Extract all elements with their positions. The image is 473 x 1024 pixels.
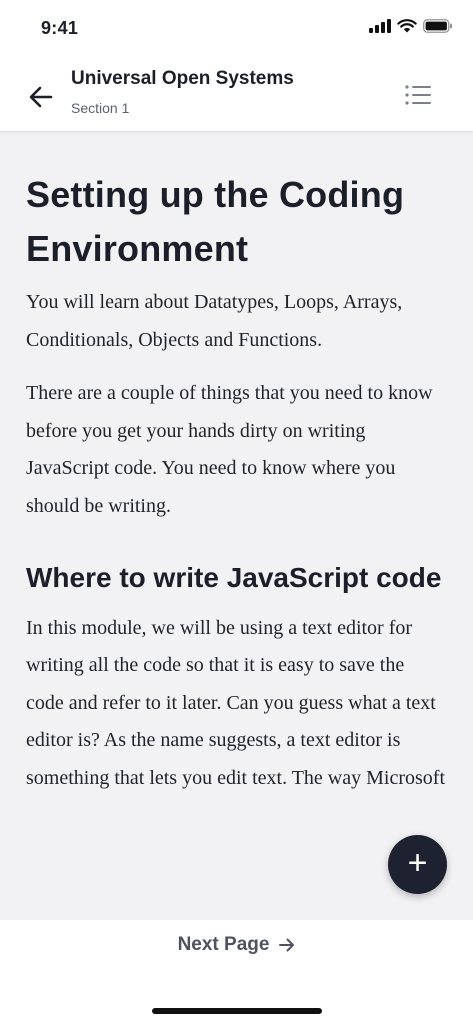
home-indicator[interactable] <box>152 1008 322 1014</box>
arrow-right-icon <box>279 938 295 952</box>
list-icon <box>405 85 431 105</box>
next-page-button[interactable]: Next Page <box>0 934 473 956</box>
course-title: Universal Open Systems <box>71 68 294 89</box>
article-content[interactable]: Setting up the Coding Environment You wi… <box>26 132 446 920</box>
header-title-block: Universal Open Systems Section 1 <box>71 68 294 116</box>
signal-icon <box>369 19 391 33</box>
arrow-left-icon <box>29 86 53 108</box>
status-icons <box>369 19 453 33</box>
back-button[interactable] <box>24 80 58 114</box>
table-of-contents-button[interactable] <box>401 80 435 110</box>
top-app-bar: Universal Open Systems Section 1 <box>0 58 473 132</box>
add-button[interactable]: + <box>388 835 447 894</box>
next-page-label: Next Page <box>177 934 270 955</box>
article-paragraph: In this module, we will be using a text … <box>26 616 446 789</box>
article-title: Setting up the Coding Environment <box>26 174 405 269</box>
article-subheading: Where to write JavaScript code <box>26 561 442 593</box>
battery-icon <box>423 19 452 33</box>
plus-icon: + <box>407 844 428 882</box>
status-bar: 9:41 <box>0 0 473 58</box>
status-time: 9:41 <box>41 18 79 38</box>
wifi-icon <box>397 19 417 33</box>
bottom-bar: Next Page <box>0 920 473 1024</box>
section-subtitle: Section 1 <box>71 100 130 116</box>
article-paragraph: There are a couple of things that you ne… <box>26 382 433 517</box>
article-paragraph: You will learn about Datatypes, Loops, A… <box>26 291 403 351</box>
